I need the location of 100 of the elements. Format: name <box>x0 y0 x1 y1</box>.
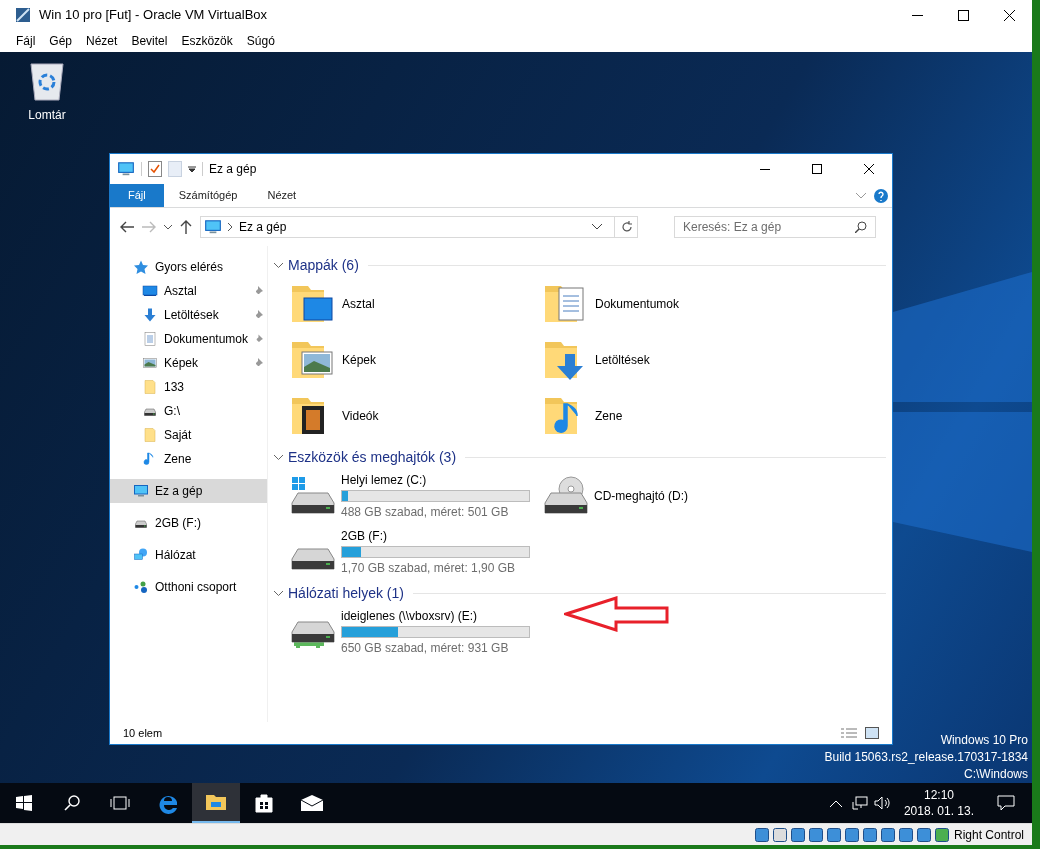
pin-icon[interactable] <box>253 358 263 368</box>
chevron-down-icon[interactable] <box>592 224 602 230</box>
sidebar-item[interactable]: Letöltések <box>110 303 267 327</box>
sidebar-item[interactable]: Zene <box>110 447 267 471</box>
sidebar-item[interactable]: 2GB (F:) <box>110 511 267 535</box>
folder-icon[interactable] <box>192 783 240 823</box>
folder-item[interactable]: Asztal <box>288 276 541 332</box>
ribbon-tab[interactable]: Nézet <box>252 184 312 207</box>
group-header[interactable]: Hálózati helyek (1) <box>288 582 404 604</box>
homegroup-icon <box>133 579 149 595</box>
menu-item[interactable]: Bevitel <box>125 32 174 50</box>
maximize-icon[interactable] <box>957 9 969 21</box>
search-field[interactable]: Keresés: Ez a gép <box>674 216 876 238</box>
up-arrow-icon[interactable] <box>180 220 192 234</box>
ribbon-tab[interactable]: Fájl <box>110 184 164 207</box>
chevron-down-icon[interactable] <box>274 590 283 596</box>
edition-text: C:\Windows <box>964 766 1028 783</box>
desktop-icon-label[interactable]: Lomtár <box>28 106 66 124</box>
sidebar-item[interactable]: 133 <box>110 375 267 399</box>
chevron-down-icon[interactable] <box>274 454 283 460</box>
sidebar-item[interactable]: Képek <box>110 351 267 375</box>
window-title: Win 10 pro [Fut] - Oracle VM VirtualBox <box>39 6 268 25</box>
sidebar-label[interactable]: Otthoni csoport <box>155 578 263 596</box>
drive-item[interactable]: Helyi lemez (C:) 488 GB szabad, méret: 501 GB <box>288 468 541 524</box>
folder-item[interactable]: Letöltések <box>541 332 886 388</box>
folder-item[interactable]: Videók <box>288 388 541 444</box>
sidebar-label[interactable]: Dokumentumok <box>164 330 249 348</box>
sidebar-label[interactable]: 133 <box>164 378 263 396</box>
sidebar-item[interactable]: Hálózat <box>110 543 267 567</box>
pin-icon[interactable] <box>253 310 263 320</box>
pin-icon[interactable] <box>254 334 263 344</box>
monitor-icon <box>117 160 135 178</box>
monitor-icon <box>133 483 149 499</box>
window-title: Ez a gép <box>209 161 257 178</box>
search-input[interactable]: Keresés: Ez a gép <box>683 218 855 236</box>
sidebar-item[interactable]: Ez a gép <box>110 479 267 503</box>
sidebar-item[interactable]: Dokumentumok <box>110 327 267 351</box>
drive-label[interactable]: 2GB (F:) <box>341 528 530 544</box>
volume-icon[interactable] <box>873 796 890 810</box>
sidebar-label[interactable]: Gyors elérés <box>155 258 263 276</box>
sidebar-item[interactable]: Gyors elérés <box>110 255 267 279</box>
address-bar[interactable]: Ez a gép <box>200 216 638 238</box>
sidebar-label[interactable]: Hálózat <box>155 546 263 564</box>
clock[interactable]: 12:10 2018. 01. 13. <box>897 787 980 819</box>
menu-item[interactable]: Nézet <box>80 32 124 50</box>
drive-label[interactable]: ideiglenes (\\vboxsrv) (E:) <box>341 608 530 624</box>
sidebar-item[interactable]: Otthoni csoport <box>110 575 267 599</box>
globe-monitor-icon <box>133 547 149 563</box>
maximize-icon[interactable] <box>812 164 822 174</box>
picture-icon <box>142 355 158 371</box>
group-header[interactable]: Eszközök és meghajtók (3) <box>288 446 457 468</box>
sidebar-label[interactable]: Ez a gép <box>155 482 263 500</box>
drive-icon <box>291 548 335 570</box>
group-header[interactable]: Mappák (6) <box>288 254 359 276</box>
sidebar-label[interactable]: Asztal <box>164 282 247 300</box>
drive-item[interactable]: 2GB (F:) 1,70 GB szabad, méret: 1,90 GB <box>288 524 541 580</box>
chevron-down-icon[interactable] <box>274 262 283 268</box>
sidebar-label[interactable]: Képek <box>164 354 247 372</box>
pin-icon[interactable] <box>253 286 263 296</box>
menu-item[interactable]: Eszközök <box>175 32 239 50</box>
search-icon[interactable] <box>855 221 867 233</box>
folder-item[interactable]: Képek <box>288 332 541 388</box>
drive-label[interactable]: Helyi lemez (C:) <box>341 472 530 488</box>
edition-text: Build 15063.rs2_release.170317-1834 <box>824 749 1028 766</box>
drive-label[interactable]: CD-meghajtó (D:) <box>594 488 689 504</box>
close-icon[interactable] <box>864 164 874 174</box>
sidebar-label[interactable]: Letöltések <box>164 306 247 324</box>
menu-item[interactable]: Gép <box>43 32 79 50</box>
folder-item[interactable]: Dokumentumok <box>541 276 886 332</box>
menu-item[interactable]: Fájl <box>10 32 42 50</box>
chevron-down-icon[interactable] <box>164 224 172 230</box>
sidebar-label[interactable]: Zene <box>164 450 263 468</box>
back-arrow-icon[interactable] <box>120 221 134 233</box>
sidebar-label[interactable]: 2GB (F:) <box>155 514 263 532</box>
sidebar-label[interactable]: G:\ <box>164 402 263 420</box>
cd-drive-icon <box>544 476 588 514</box>
sidebar-item[interactable]: G:\ <box>110 399 267 423</box>
minimize-icon[interactable] <box>760 168 770 170</box>
sidebar-item[interactable]: Asztal <box>110 279 267 303</box>
sidebar-label[interactable]: Saját <box>164 426 263 444</box>
large-icons-view-icon[interactable] <box>865 727 879 739</box>
edition-text: Windows 10 Pro <box>940 732 1028 749</box>
chevron-up-icon[interactable] <box>829 799 842 807</box>
document-icon <box>142 331 158 347</box>
breadcrumb-chevron-icon[interactable] <box>228 223 233 231</box>
properties-icon[interactable] <box>148 161 162 177</box>
folder-icon <box>142 427 158 443</box>
notification-icon[interactable] <box>997 795 1015 811</box>
sidebar-item[interactable]: Saját <box>110 423 267 447</box>
refresh-icon[interactable] <box>621 221 633 233</box>
folder-item[interactable]: Zene <box>541 388 886 444</box>
ribbon-tab[interactable]: Számítógép <box>163 184 253 207</box>
menu-item[interactable]: Súgó <box>240 32 281 50</box>
drive-item[interactable]: ideiglenes (\\vboxsrv) (E:) 650 GB szabad, méret: 931 GB <box>288 604 541 660</box>
dropdown-icon[interactable] <box>188 166 196 172</box>
close-icon[interactable] <box>1003 9 1015 21</box>
drive-item[interactable]: CD-meghajtó (D:) <box>541 468 886 524</box>
help-icon[interactable] <box>874 188 888 203</box>
minimize-icon[interactable] <box>911 14 923 16</box>
folder-icon <box>142 379 158 395</box>
